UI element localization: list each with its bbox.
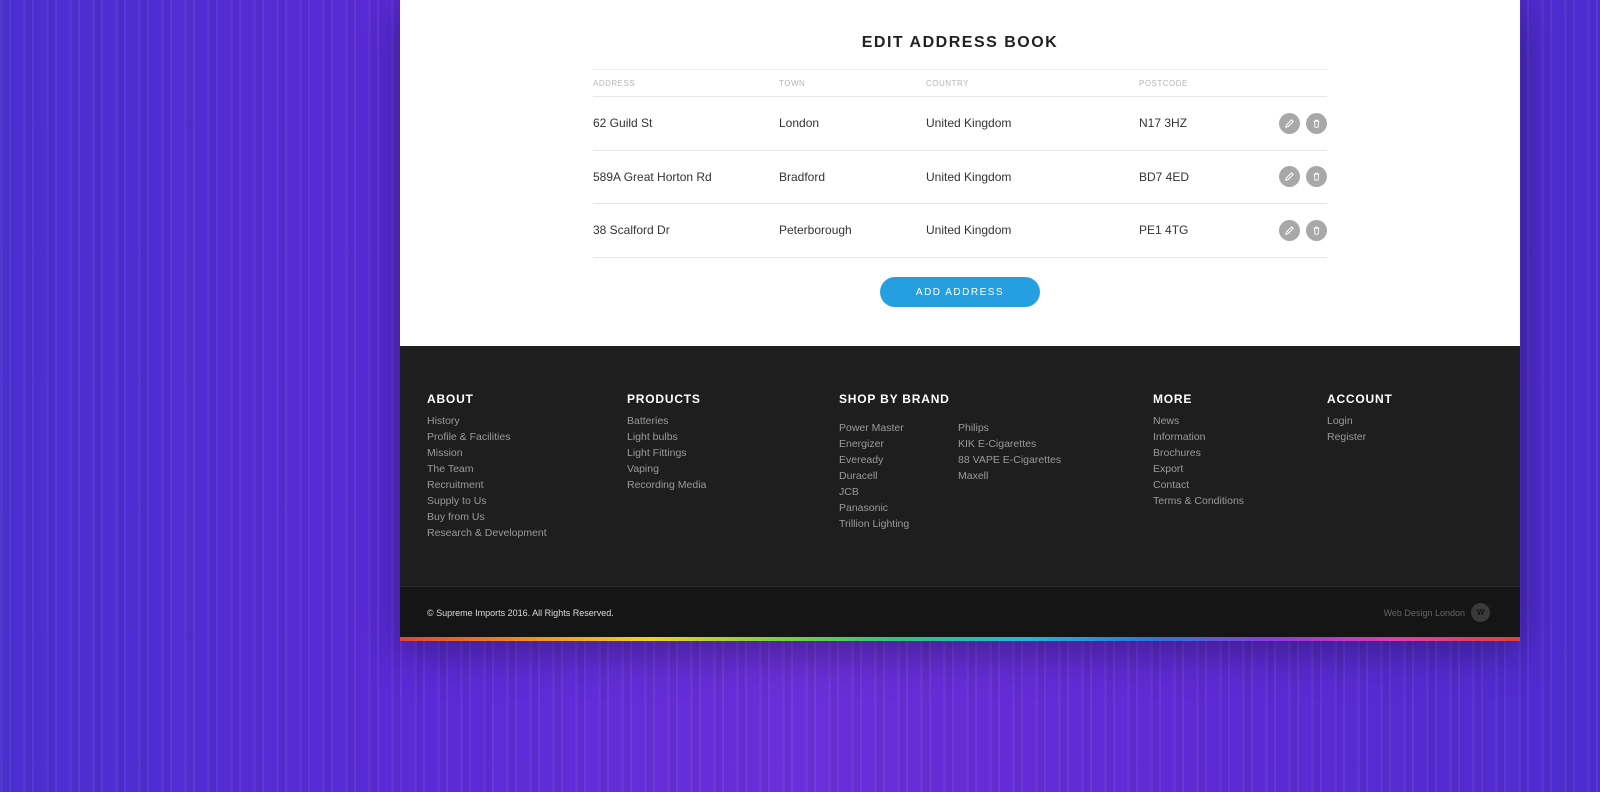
country-cell: United Kingdom <box>926 116 1012 131</box>
edit-button[interactable] <box>1279 219 1300 241</box>
footer-about: ABOUT History Profile & Facilities Mission… <box>427 392 547 541</box>
footer-link[interactable]: Batteries <box>627 413 706 429</box>
footer-heading-about: ABOUT <box>427 392 474 406</box>
header-postcode: POSTCODE <box>1139 78 1188 88</box>
footer-account: ACCOUNT Login Register <box>1327 392 1393 445</box>
footer-link[interactable]: Mission <box>427 445 547 461</box>
address-cell: 589A Great Horton Rd <box>593 169 712 184</box>
header-address: ADDRESS <box>593 78 636 88</box>
footer-link[interactable]: Terms & Conditions <box>1153 493 1244 509</box>
row-actions <box>1279 166 1327 188</box>
footer-link[interactable]: Supply to Us <box>427 493 547 509</box>
footer-heading-products: PRODUCTS <box>627 392 701 406</box>
pencil-icon <box>1285 172 1294 182</box>
footer-heading-brands: SHOP BY BRAND <box>839 392 950 406</box>
postcode-cell: BD7 4ED <box>1139 169 1190 184</box>
table-row: 62 Guild St London United Kingdom N17 3H… <box>593 97 1327 151</box>
pencil-icon <box>1285 225 1294 235</box>
footer-link[interactable]: News <box>1153 413 1244 429</box>
address-cell: 38 Scalford Dr <box>593 223 670 238</box>
footer-link[interactable]: Profile & Facilities <box>427 429 547 445</box>
footer-link[interactable]: Register <box>1327 429 1393 445</box>
trash-icon <box>1313 226 1320 235</box>
postcode-cell: PE1 4TG <box>1139 223 1189 238</box>
country-cell: United Kingdom <box>926 223 1012 238</box>
rainbow-strip <box>400 637 1520 641</box>
town-cell: Peterborough <box>779 223 852 238</box>
town-cell: London <box>779 116 820 131</box>
copyright-text: © Supreme Imports 2016. All Rights Reser… <box>427 608 614 618</box>
footer-links-products: Batteries Light bulbs Light Fittings Vaping… <box>627 413 706 493</box>
footer-link[interactable]: Recording Media <box>627 477 706 493</box>
footer-more: MORE News Information Brochures Export Conta… <box>1153 392 1244 509</box>
site-footer: ABOUT History Profile & Facilities Mission… <box>400 346 1520 586</box>
credit-text: Web Design London <box>1383 607 1465 618</box>
footer-bottom-bar: © Supreme Imports 2016. All Rights Reser… <box>400 586 1520 641</box>
footer-link[interactable]: Light Fittings <box>627 445 706 461</box>
delete-button[interactable] <box>1306 219 1327 241</box>
footer-link[interactable]: Vaping <box>627 461 706 477</box>
footer-link[interactable]: KIK E-Cigarettes <box>958 436 1077 452</box>
address-table: ADDRESS TOWN COUNTRY POSTCODE 62 Guild S… <box>593 69 1327 258</box>
row-actions <box>1279 219 1327 241</box>
add-address-button[interactable]: ADD ADDRESS <box>880 277 1040 307</box>
footer-link[interactable]: Panasonic <box>839 500 958 516</box>
footer-link[interactable]: Brochures <box>1153 445 1244 461</box>
footer-links-account: Login Register <box>1327 413 1393 445</box>
footer-link[interactable]: Login <box>1327 413 1393 429</box>
footer-link[interactable]: Contact <box>1153 477 1244 493</box>
footer-link[interactable]: Energizer <box>839 436 958 452</box>
footer-link[interactable]: 88 VAPE E-Cigarettes <box>958 452 1077 468</box>
table-header: ADDRESS TOWN COUNTRY POSTCODE <box>593 69 1327 97</box>
footer-link[interactable]: Recruitment <box>427 477 547 493</box>
footer-links-brands-2: Philips KIK E-Cigarettes 88 VAPE E-Cigaret… <box>958 420 1077 532</box>
trash-icon <box>1313 172 1320 181</box>
edit-button[interactable] <box>1279 166 1300 188</box>
footer-link[interactable]: Power Master <box>839 420 958 436</box>
header-country: COUNTRY <box>926 78 969 88</box>
postcode-cell: N17 3HZ <box>1139 116 1188 131</box>
country-cell: United Kingdom <box>926 169 1012 184</box>
designer-logo-icon: W <box>1471 603 1490 622</box>
delete-button[interactable] <box>1306 166 1327 188</box>
footer-link[interactable]: Export <box>1153 461 1244 477</box>
footer-link[interactable]: Duracell <box>839 468 958 484</box>
address-cell: 62 Guild St <box>593 116 653 131</box>
table-row: 38 Scalford Dr Peterborough United Kingd… <box>593 204 1327 258</box>
footer-heading-account: ACCOUNT <box>1327 392 1393 406</box>
footer-link[interactable]: Research & Development <box>427 525 547 541</box>
footer-link[interactable]: Light bulbs <box>627 429 706 445</box>
table-row: 589A Great Horton Rd Bradford United Kin… <box>593 151 1327 204</box>
row-actions <box>1279 112 1327 134</box>
town-cell: Bradford <box>779 169 826 184</box>
pencil-icon <box>1285 118 1294 128</box>
footer-links-about: History Profile & Facilities Mission The Te… <box>427 413 547 541</box>
footer-link[interactable]: JCB <box>839 484 958 500</box>
footer-link[interactable]: Trillion Lighting <box>839 516 958 532</box>
brand-columns: Power Master Energizer Eveready Duracell JCB… <box>839 413 1077 532</box>
web-design-credit-link[interactable]: Web Design London W <box>1384 603 1490 622</box>
header-town: TOWN <box>779 78 806 88</box>
footer-products: PRODUCTS Batteries Light bulbs Light Fitti… <box>627 392 706 493</box>
footer-brands: SHOP BY BRAND Power Master Energizer Evere… <box>839 392 1077 532</box>
footer-heading-more: MORE <box>1153 392 1193 406</box>
edit-button[interactable] <box>1279 112 1300 134</box>
footer-link[interactable]: Buy from Us <box>427 509 547 525</box>
address-book-panel: EDIT ADDRESS BOOK ADDRESS TOWN COUNTRY P… <box>400 0 1520 346</box>
footer-link[interactable]: The Team <box>427 461 547 477</box>
delete-button[interactable] <box>1306 112 1327 134</box>
footer-link[interactable]: Information <box>1153 429 1244 445</box>
footer-link[interactable]: Philips <box>958 420 1077 436</box>
page-title: EDIT ADDRESS BOOK <box>861 34 1059 51</box>
footer-links-more: News Information Brochures Export Contact Ter… <box>1153 413 1244 509</box>
footer-link[interactable]: Eveready <box>839 452 958 468</box>
footer-links-brands-1: Power Master Energizer Eveready Duracell JCB… <box>839 420 958 532</box>
page-sheet: EDIT ADDRESS BOOK ADDRESS TOWN COUNTRY P… <box>400 0 1520 641</box>
footer-link[interactable]: Maxell <box>958 468 1077 484</box>
footer-link[interactable]: History <box>427 413 547 429</box>
trash-icon <box>1313 119 1320 128</box>
